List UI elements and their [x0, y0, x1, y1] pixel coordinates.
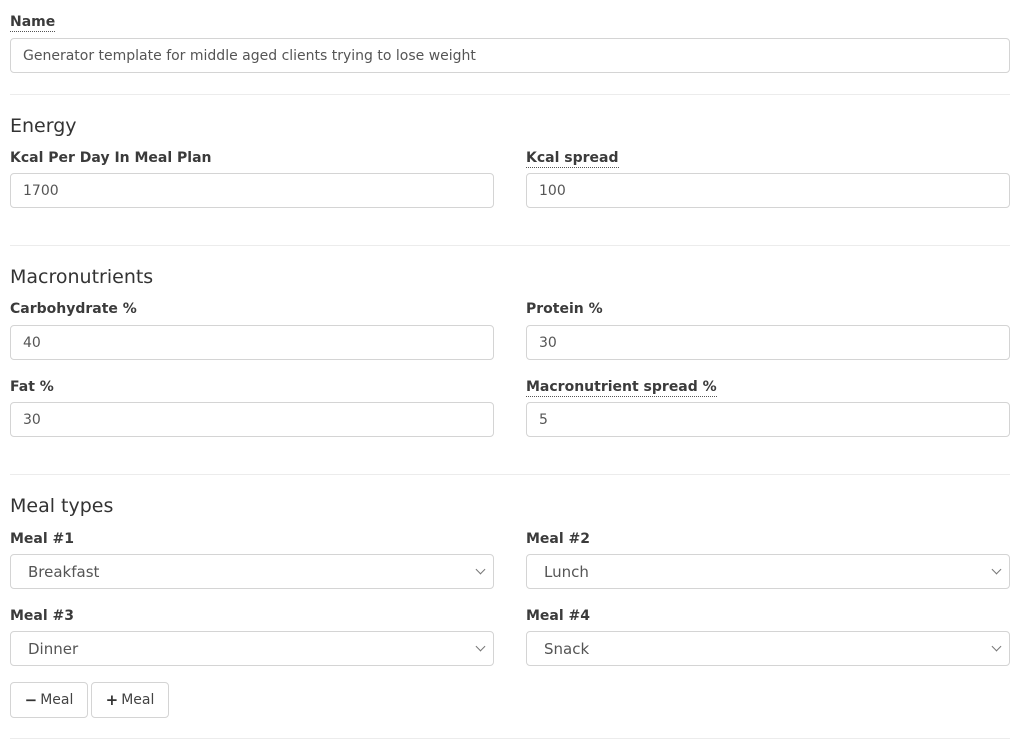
- meal-3-label: Meal #3: [10, 608, 75, 624]
- meal-4-label: Meal #4: [526, 608, 591, 624]
- minus-icon: −: [24, 691, 38, 709]
- divider: [10, 245, 1010, 246]
- fat-label: Fat %: [10, 379, 54, 395]
- meal-types-heading: Meal types: [10, 495, 114, 517]
- meal-2-value: Lunch: [544, 562, 589, 581]
- meal-4-value: Snack: [544, 639, 590, 658]
- meal-plan-generator-form: Name Generator template for middle aged …: [0, 0, 1024, 740]
- add-meal-button[interactable]: + Meal: [91, 682, 169, 718]
- macronutrient-spread-label: Macronutrient spread %: [526, 379, 717, 397]
- chevron-down-icon: [991, 641, 1002, 652]
- meal-2-label: Meal #2: [526, 531, 591, 547]
- carbohydrate-input[interactable]: 40: [10, 325, 494, 360]
- chevron-down-icon: [991, 564, 1002, 575]
- protein-input[interactable]: 30: [526, 325, 1010, 360]
- carbohydrate-label: Carbohydrate %: [10, 301, 137, 317]
- remove-meal-button[interactable]: − Meal: [10, 682, 88, 718]
- kcal-per-day-input[interactable]: 1700: [10, 173, 494, 208]
- remove-meal-label: Meal: [40, 692, 74, 708]
- name-label: Name: [10, 14, 56, 32]
- protein-label: Protein %: [526, 301, 603, 317]
- meal-1-select[interactable]: Breakfast: [10, 554, 494, 589]
- meal-3-value: Dinner: [28, 639, 79, 658]
- plus-icon: +: [105, 691, 119, 709]
- chevron-down-icon: [475, 641, 486, 652]
- meal-3-select[interactable]: Dinner: [10, 631, 494, 666]
- meal-4-select[interactable]: Snack: [526, 631, 1010, 666]
- divider: [10, 738, 1010, 739]
- kcal-spread-label: Kcal spread: [526, 150, 619, 168]
- energy-heading: Energy: [10, 115, 77, 137]
- kcal-per-day-label: Kcal Per Day In Meal Plan: [10, 150, 212, 166]
- chevron-down-icon: [475, 564, 486, 575]
- meal-1-value: Breakfast: [28, 562, 100, 581]
- divider: [10, 474, 1010, 475]
- name-input[interactable]: Generator template for middle aged clien…: [10, 38, 1010, 73]
- fat-input[interactable]: 30: [10, 402, 494, 437]
- add-meal-label: Meal: [121, 692, 155, 708]
- macronutrients-heading: Macronutrients: [10, 266, 154, 288]
- meal-2-select[interactable]: Lunch: [526, 554, 1010, 589]
- kcal-spread-input[interactable]: 100: [526, 173, 1010, 208]
- macronutrient-spread-input[interactable]: 5: [526, 402, 1010, 437]
- divider: [10, 94, 1010, 95]
- meal-1-label: Meal #1: [10, 531, 75, 547]
